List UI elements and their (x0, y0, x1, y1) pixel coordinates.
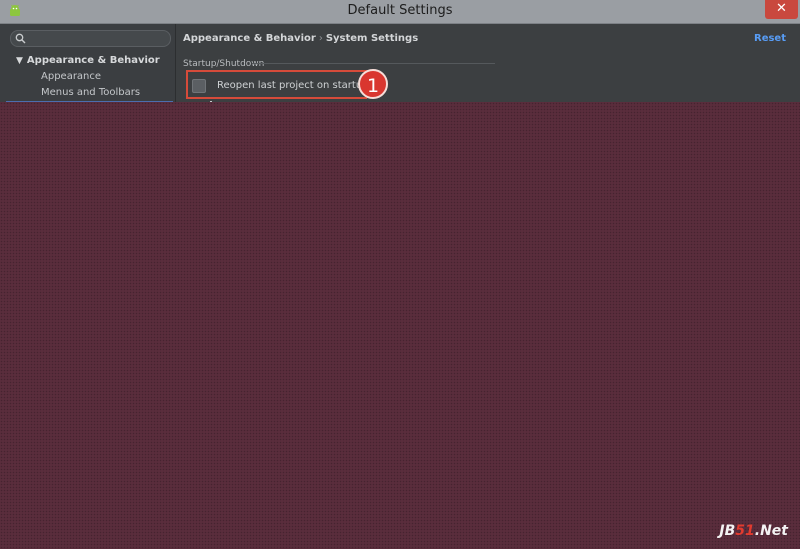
site-watermark: JB51.Net (719, 523, 788, 539)
tree-item-appearance[interactable]: Appearance (41, 71, 101, 82)
reopen-project-checkbox[interactable] (192, 79, 206, 93)
breadcrumb: Appearance & Behavior › System Settings (183, 33, 418, 44)
watermark-prefix: JB (719, 523, 736, 539)
step-number-badge: 1 (358, 69, 388, 99)
search-input[interactable] (10, 30, 171, 47)
settings-sidebar: ▼ Appearance & Behavior Appearance Menus … (0, 24, 176, 102)
window-title: Default Settings (347, 3, 453, 18)
watermark-number: 51 (735, 523, 755, 539)
window-title-bar: Default Settings ✕ (0, 0, 800, 24)
search-icon (15, 33, 26, 44)
section-divider (252, 63, 495, 64)
tree-item-label: Appearance & Behavior (26, 55, 160, 66)
settings-content: Appearance & Behavior › System Settings Re… (176, 24, 800, 103)
watermark-suffix: .Net (754, 523, 788, 539)
breadcrumb-item: Appearance & Behavior (183, 33, 316, 44)
close-button[interactable]: ✕ (765, 0, 798, 19)
section-title: Startup/Shutdown (183, 59, 265, 69)
tree-item-menus-and-toolbars[interactable]: Menus and Toolbars (41, 87, 140, 98)
expand-arrow-icon[interactable]: ▼ (16, 56, 23, 66)
tree-item-appearance-behavior[interactable]: ▼ Appearance & Behavior (16, 55, 160, 66)
breadcrumb-separator: › (318, 33, 323, 44)
breadcrumb-item: System Settings (325, 33, 419, 44)
reset-link[interactable]: Reset (754, 33, 786, 44)
reopen-project-label[interactable]: Reopen last project on startup (217, 80, 369, 91)
obscured-area-overlay (0, 102, 800, 549)
